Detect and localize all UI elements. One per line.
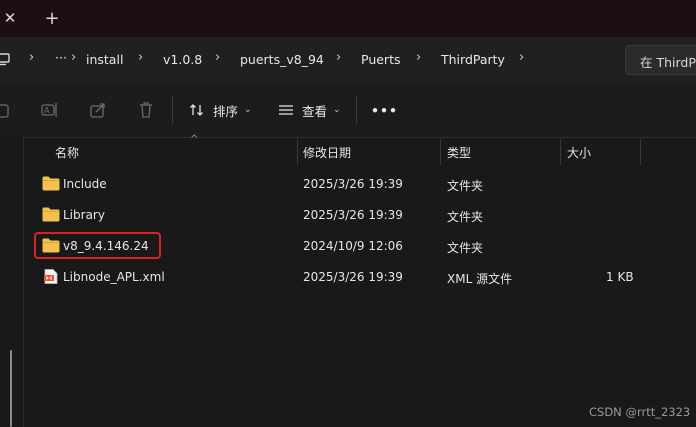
- sort-ascending-icon: ^: [190, 134, 199, 145]
- column-divider[interactable]: [640, 139, 641, 165]
- breadcrumb-separator[interactable]: ›: [215, 50, 220, 65]
- sort-icon: [190, 104, 203, 116]
- folder-icon: [42, 176, 60, 191]
- navigation-scrollbar[interactable]: [10, 350, 12, 427]
- copy-icon[interactable]: [0, 101, 12, 119]
- breadcrumb-separator[interactable]: ›: [416, 50, 421, 65]
- title-bar: ✕ +: [0, 0, 696, 37]
- new-tab-button[interactable]: +: [40, 6, 64, 30]
- view-icon: [279, 105, 293, 115]
- svg-text:A: A: [44, 106, 50, 115]
- breadcrumb-separator[interactable]: ›: [138, 50, 143, 65]
- share-icon[interactable]: [89, 101, 107, 119]
- file-type: 文件夹: [447, 241, 484, 255]
- navigation-pane: [0, 137, 24, 427]
- column-name[interactable]: 名称: [55, 144, 79, 161]
- breadcrumb-separator[interactable]: ›: [29, 50, 34, 65]
- file-modified: 2024/10/9 12:06: [303, 239, 403, 253]
- breadcrumb-v108[interactable]: v1.0.8: [163, 52, 202, 70]
- column-divider[interactable]: [440, 139, 441, 165]
- file-row[interactable]: Libnode_APL.xml 2025/3/26 19:39 XML 源文件 …: [23, 262, 663, 292]
- more-options-button[interactable]: •••: [371, 100, 398, 120]
- file-size: 1 KB: [606, 270, 634, 284]
- breadcrumb-separator[interactable]: ›: [519, 50, 524, 65]
- breadcrumb-separator[interactable]: ›: [71, 50, 76, 65]
- sort-button[interactable]: 排序 ⌄: [189, 100, 252, 120]
- file-modified: 2025/3/26 19:39: [303, 208, 403, 222]
- close-tab-icon[interactable]: ✕: [0, 6, 20, 30]
- file-name: Library: [63, 208, 105, 222]
- breadcrumb-separator[interactable]: ›: [336, 50, 341, 65]
- toolbar-divider: [356, 96, 357, 124]
- computer-icon[interactable]: [0, 52, 10, 66]
- folder-icon: [42, 207, 60, 222]
- file-row[interactable]: Include 2025/3/26 19:39 文件夹: [23, 169, 663, 199]
- column-size[interactable]: 大小: [567, 144, 591, 161]
- column-modified[interactable]: 修改日期: [303, 144, 351, 161]
- sort-label: 排序: [213, 103, 239, 119]
- rename-icon[interactable]: A: [41, 101, 59, 119]
- delete-icon[interactable]: [137, 101, 155, 119]
- chevron-down-icon: ⌄: [244, 105, 252, 115]
- file-modified: 2025/3/26 19:39: [303, 270, 403, 284]
- column-divider[interactable]: [297, 139, 298, 165]
- chevron-down-icon: ⌄: [333, 105, 341, 115]
- file-name: Libnode_APL.xml: [63, 270, 165, 284]
- file-modified: 2025/3/26 19:39: [303, 177, 403, 191]
- address-bar: › ··· › install › v1.0.8 › puerts_v8_94 …: [0, 37, 696, 84]
- breadcrumb-puerts-v8-94[interactable]: puerts_v8_94: [240, 52, 324, 70]
- breadcrumb-more[interactable]: ···: [55, 50, 67, 68]
- breadcrumb-install[interactable]: install: [86, 52, 123, 70]
- breadcrumb-thirdparty[interactable]: ThirdParty: [441, 52, 505, 70]
- command-bar: A 排序 ⌄ 查看 ⌄ •••: [0, 84, 696, 138]
- file-type: 文件夹: [447, 210, 484, 224]
- watermark: CSDN @rrtt_2323: [589, 405, 691, 419]
- view-label: 查看: [302, 103, 328, 119]
- file-row[interactable]: Library 2025/3/26 19:39 文件夹: [23, 200, 663, 230]
- column-divider[interactable]: [560, 139, 561, 165]
- column-header: ^ 名称 修改日期 类型 大小: [23, 134, 696, 165]
- xml-file-icon: [44, 269, 58, 284]
- view-button[interactable]: 查看 ⌄: [278, 100, 341, 120]
- file-name: Include: [63, 177, 107, 191]
- column-type[interactable]: 类型: [447, 144, 471, 161]
- toolbar-divider: [172, 96, 173, 124]
- file-type: XML 源文件: [447, 272, 513, 286]
- search-input[interactable]: 在 ThirdParty: [625, 45, 696, 75]
- file-type: 文件夹: [447, 179, 484, 193]
- breadcrumb-puerts[interactable]: Puerts: [361, 52, 400, 70]
- highlight-box: [34, 232, 161, 259]
